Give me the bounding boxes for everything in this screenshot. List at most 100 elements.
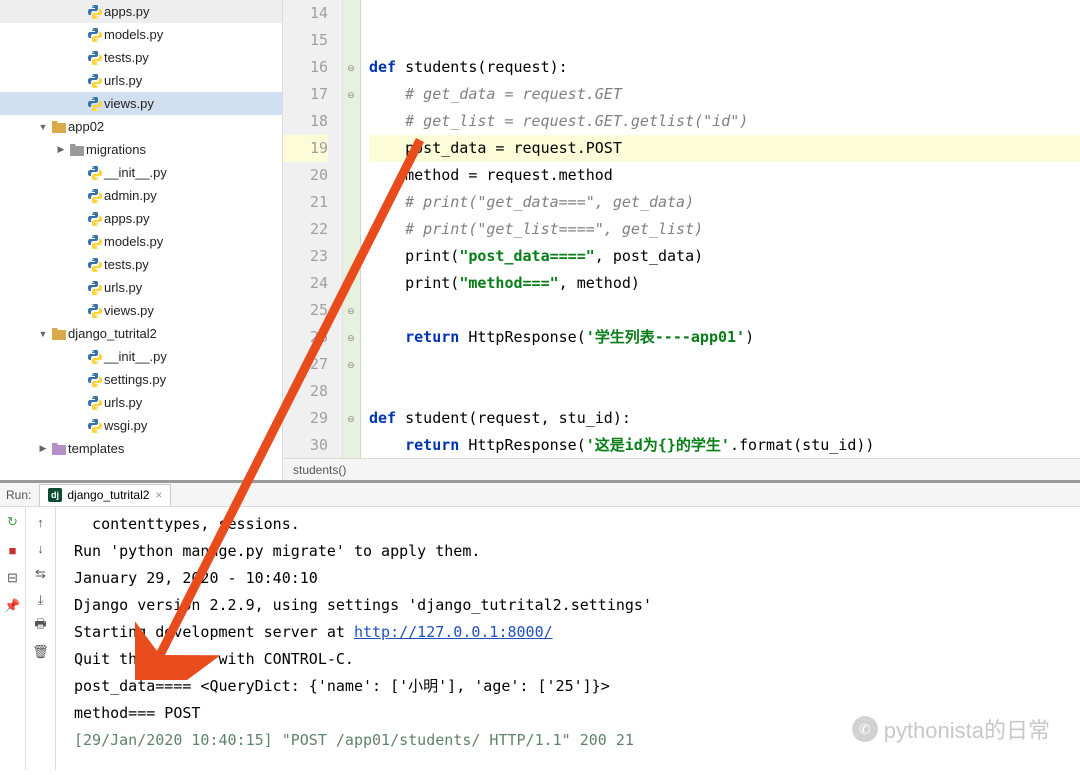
tree-file[interactable]: admin.py <box>0 184 282 207</box>
fold-marker[interactable]: ⊖ <box>345 413 357 425</box>
fold-marker[interactable]: ⊖ <box>345 359 357 371</box>
code-line[interactable] <box>369 0 1080 27</box>
python-file-icon <box>86 4 104 20</box>
tree-item-label: django_tutrital2 <box>68 326 157 341</box>
tree-file[interactable]: urls.py <box>0 69 282 92</box>
tree-item-label: templates <box>68 441 124 456</box>
code-line[interactable]: # print("get_list====", get_list) <box>369 216 1080 243</box>
folder-icon <box>68 143 86 157</box>
tree-folder[interactable]: ▼ django_tutrital2 <box>0 322 282 345</box>
python-file-icon <box>86 188 104 204</box>
tree-item-label: urls.py <box>104 73 142 88</box>
tree-folder[interactable]: ▼app02 <box>0 115 282 138</box>
pin-icon[interactable]: 📌 <box>4 597 22 615</box>
chevron-right-icon[interactable]: ▶ <box>54 144 68 155</box>
code-line[interactable] <box>369 378 1080 405</box>
console-line: post_data==== <QueryDict: {'name': ['小明'… <box>74 673 1080 700</box>
down-icon[interactable]: ↓ <box>32 539 50 557</box>
run-tab[interactable]: dj django_tutrital2 × <box>39 484 171 506</box>
tree-file[interactable]: wsgi.py <box>0 414 282 437</box>
run-label: Run: <box>6 488 31 502</box>
code-editor[interactable]: 1415161718192021222324252627282930 ⊖⊖⊖⊖⊖… <box>283 0 1080 480</box>
code-line[interactable]: print("method===", method) <box>369 270 1080 297</box>
python-file-icon <box>86 27 104 43</box>
line-number: 16 <box>283 54 328 81</box>
code-line[interactable]: post_data = request.POST <box>369 135 1080 162</box>
tree-item-label: models.py <box>104 234 163 249</box>
print-icon[interactable]: 🖶 <box>32 617 50 635</box>
server-url-link[interactable]: http://127.0.0.1:8000/ <box>354 623 553 641</box>
code-line[interactable] <box>369 27 1080 54</box>
tree-file[interactable]: views.py <box>0 299 282 322</box>
code-line[interactable] <box>369 351 1080 378</box>
tree-file[interactable]: urls.py <box>0 276 282 299</box>
scroll-icon[interactable]: ⤓ <box>32 591 50 609</box>
rerun-icon[interactable]: ↻ <box>4 513 22 531</box>
python-file-icon <box>86 50 104 66</box>
code-line[interactable]: def student(request, stu_id): <box>369 405 1080 432</box>
up-icon[interactable]: ↑ <box>32 513 50 531</box>
chevron-down-icon[interactable]: ▼ <box>36 122 50 132</box>
tree-file[interactable]: views.py <box>0 92 282 115</box>
tree-item-label: apps.py <box>104 4 150 19</box>
tree-file[interactable]: __init__.py <box>0 345 282 368</box>
project-tree[interactable]: apps.pymodels.pytests.pyurls.pyviews.py▼… <box>0 0 283 480</box>
wrap-icon[interactable]: ⇆ <box>32 565 50 583</box>
run-header: Run: dj django_tutrital2 × <box>0 483 1080 507</box>
line-number: 17 <box>283 81 328 108</box>
code-line[interactable]: print("post_data====", post_data) <box>369 243 1080 270</box>
code-line[interactable]: def students(request): <box>369 54 1080 81</box>
chevron-right-icon[interactable]: ▶ <box>36 443 50 454</box>
code-content[interactable]: def students(request): # get_data = requ… <box>361 0 1080 458</box>
layout-icon[interactable]: ⊟ <box>4 569 22 587</box>
line-number: 25 <box>283 297 328 324</box>
tree-item-label: views.py <box>104 96 154 111</box>
console-line: contenttypes, sessions. <box>74 511 1080 538</box>
breadcrumb[interactable]: students() <box>283 458 1080 480</box>
fold-marker[interactable]: ⊖ <box>345 89 357 101</box>
line-number: 21 <box>283 189 328 216</box>
code-line[interactable]: # get_data = request.GET <box>369 81 1080 108</box>
fold-marker[interactable]: ⊖ <box>345 332 357 344</box>
tree-item-label: tests.py <box>104 257 149 272</box>
tree-file[interactable]: __init__.py <box>0 161 282 184</box>
code-line[interactable]: method = request.method <box>369 162 1080 189</box>
tree-file[interactable]: apps.py <box>0 207 282 230</box>
breadcrumb-item[interactable]: students() <box>293 463 346 477</box>
watermark-text: pythonista的日常 <box>884 713 1050 745</box>
run-toolbar-2: ↑ ↓ ⇆ ⤓ 🖶 🗑 <box>26 507 56 770</box>
tree-file[interactable]: apps.py <box>0 0 282 23</box>
tree-file[interactable]: tests.py <box>0 46 282 69</box>
line-number: 26 <box>283 324 328 351</box>
tree-file[interactable]: tests.py <box>0 253 282 276</box>
line-number: 20 <box>283 162 328 189</box>
trash-icon[interactable]: 🗑 <box>32 643 50 661</box>
python-file-icon <box>86 418 104 434</box>
code-line[interactable]: return HttpResponse('学生列表----app01') <box>369 324 1080 351</box>
line-number: 15 <box>283 27 328 54</box>
fold-strip[interactable]: ⊖ ⊖ ⊖ ⊖ ⊖ ⊖ <box>343 0 361 458</box>
tree-folder[interactable]: ▶ migrations <box>0 138 282 161</box>
tree-file[interactable]: urls.py <box>0 391 282 414</box>
code-line[interactable]: # get_list = request.GET.getlist("id") <box>369 108 1080 135</box>
folder-icon <box>50 442 68 456</box>
line-number: 14 <box>283 0 328 27</box>
console-line: Quit the server with CONTROL-C. <box>74 646 1080 673</box>
tree-file[interactable]: models.py <box>0 23 282 46</box>
stop-icon[interactable]: ■ <box>4 541 22 559</box>
code-line[interactable] <box>369 297 1080 324</box>
close-icon[interactable]: × <box>155 488 162 502</box>
tree-folder[interactable]: ▶ templates <box>0 437 282 460</box>
line-number: 27 <box>283 351 328 378</box>
chevron-down-icon[interactable]: ▼ <box>36 329 50 339</box>
tree-item-label: migrations <box>86 142 146 157</box>
tree-item-label: tests.py <box>104 50 149 65</box>
tree-file[interactable]: models.py <box>0 230 282 253</box>
tree-item-label: admin.py <box>104 188 157 203</box>
tree-file[interactable]: settings.py <box>0 368 282 391</box>
code-line[interactable]: return HttpResponse('这是id为{}的学生'.format(… <box>369 432 1080 458</box>
run-toolbar-left: ↻ ■ ⊟ 📌 <box>0 507 26 770</box>
code-line[interactable]: # print("get_data===", get_data) <box>369 189 1080 216</box>
fold-marker[interactable]: ⊖ <box>345 305 357 317</box>
fold-marker[interactable]: ⊖ <box>345 62 357 74</box>
